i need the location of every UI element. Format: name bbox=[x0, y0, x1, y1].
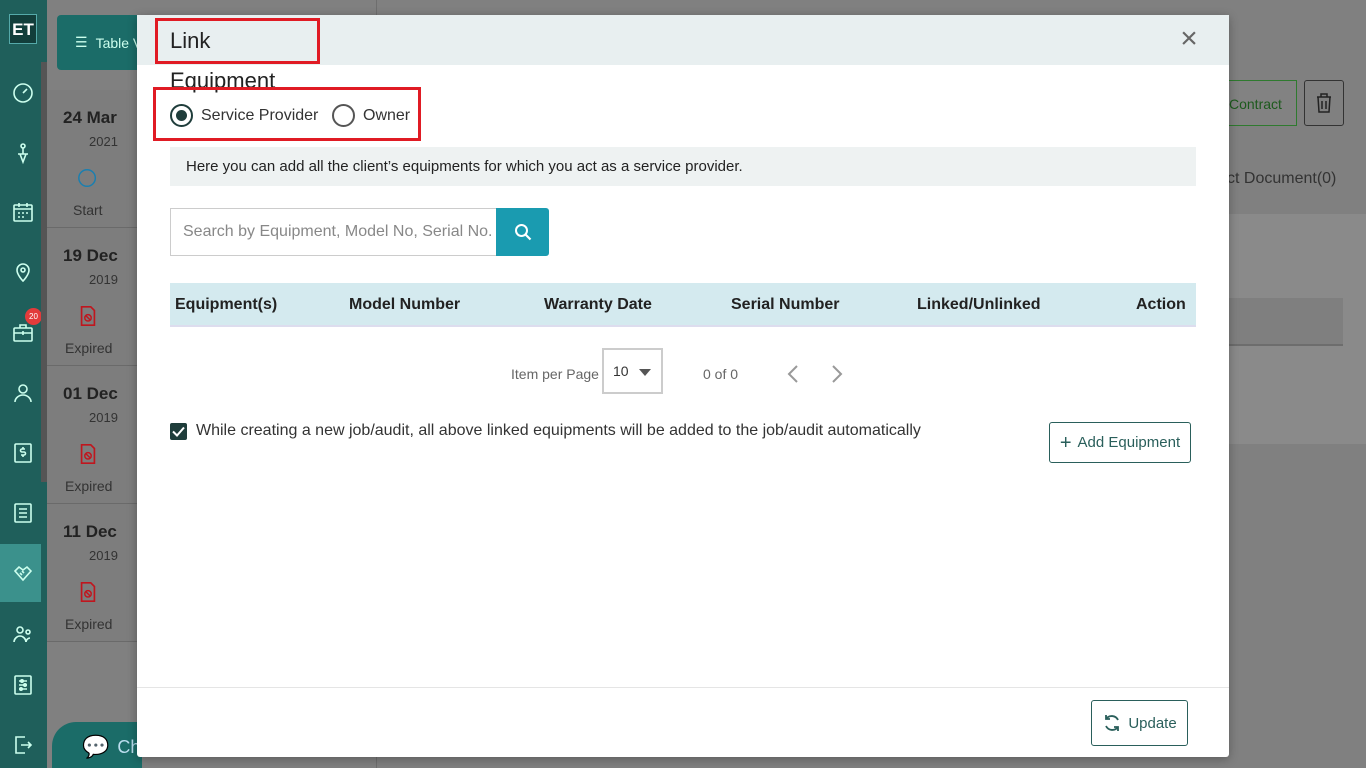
chat-button[interactable]: 💬 Ch bbox=[52, 722, 142, 768]
delete-button[interactable] bbox=[1304, 80, 1344, 126]
settings-sliders-icon[interactable] bbox=[8, 670, 38, 700]
equipment-role-radio-group: Service Provider Owner bbox=[153, 87, 421, 141]
plus-icon: + bbox=[1059, 431, 1072, 454]
background-panel-row bbox=[1227, 298, 1343, 346]
link-equipment-modal: Link Equipment × Service Provider Owner … bbox=[137, 15, 1229, 757]
handshake-icon[interactable] bbox=[8, 558, 38, 588]
chat-bubble-icon: 💬 bbox=[82, 734, 110, 759]
items-per-page-label: Item per Page bbox=[511, 366, 599, 382]
radio-selected-icon bbox=[170, 104, 193, 127]
column-linked-unlinked[interactable]: Linked/Unlinked bbox=[917, 283, 1041, 327]
chevron-left-icon[interactable] bbox=[785, 362, 801, 386]
expired-document-icon bbox=[80, 582, 96, 602]
column-action[interactable]: Action bbox=[1136, 283, 1186, 327]
team-icon[interactable] bbox=[8, 619, 38, 649]
equipment-search bbox=[170, 208, 549, 256]
radio-owner[interactable]: Owner bbox=[332, 104, 410, 127]
update-button[interactable]: Update bbox=[1091, 700, 1188, 746]
list-item[interactable]: 01 Dec 2019 Expired bbox=[47, 366, 137, 504]
start-circle-icon bbox=[78, 169, 97, 187]
page-count: 0 of 0 bbox=[703, 366, 739, 382]
column-serial-number[interactable]: Serial Number bbox=[731, 283, 839, 327]
invoice-icon[interactable] bbox=[8, 438, 38, 468]
trash-icon bbox=[1317, 93, 1331, 113]
calendar-icon[interactable] bbox=[8, 197, 38, 227]
contract-document-tab[interactable]: ct Document(0) bbox=[1227, 170, 1336, 188]
list-item[interactable]: 11 Dec 2019 Expired bbox=[47, 504, 137, 642]
user-icon[interactable] bbox=[8, 378, 38, 408]
auto-add-label: While creating a new job/audit, all abov… bbox=[196, 422, 921, 439]
contract-list: 24 Mar 2021 Start 19 Dec 2019 Expired 01… bbox=[47, 90, 137, 642]
map-pin-icon[interactable] bbox=[8, 257, 38, 287]
column-warranty-date[interactable]: Warranty Date bbox=[544, 283, 652, 327]
filter-icon: ☰ bbox=[75, 34, 88, 50]
modal-title: Link Equipment bbox=[155, 18, 320, 93]
caret-down-icon bbox=[639, 369, 651, 376]
column-equipment[interactable]: Equipment(s) bbox=[175, 283, 277, 327]
list-item[interactable]: 24 Mar 2021 Start bbox=[47, 90, 137, 228]
radio-unselected-icon bbox=[332, 104, 355, 127]
app-logo: ET bbox=[9, 14, 37, 44]
search-icon bbox=[514, 224, 531, 241]
items-per-page-select[interactable]: 10 bbox=[602, 348, 663, 394]
info-message: Here you can add all the client’s equipm… bbox=[170, 147, 1196, 186]
refresh-icon bbox=[1105, 715, 1120, 731]
pin-tool-icon[interactable] bbox=[8, 138, 38, 168]
list-item[interactable]: 19 Dec 2019 Expired bbox=[47, 228, 137, 366]
checkmark-icon bbox=[172, 426, 185, 437]
expired-document-icon bbox=[80, 444, 96, 464]
contract-button[interactable]: Contract bbox=[1227, 80, 1297, 126]
sidebar: ET 20 bbox=[0, 0, 47, 768]
dashboard-icon[interactable] bbox=[8, 78, 38, 108]
column-model-number[interactable]: Model Number bbox=[349, 283, 460, 327]
expired-document-icon bbox=[80, 306, 96, 326]
modal-header: Link Equipment × bbox=[137, 15, 1229, 93]
modal-footer-divider bbox=[137, 687, 1229, 688]
equipment-table-header: Equipment(s) Model Number Warranty Date … bbox=[170, 283, 1196, 327]
search-button[interactable] bbox=[496, 208, 549, 256]
add-equipment-button[interactable]: + Add Equipment bbox=[1049, 422, 1191, 463]
logout-icon[interactable] bbox=[8, 730, 38, 760]
radio-service-provider[interactable]: Service Provider bbox=[170, 104, 318, 127]
chevron-right-icon[interactable] bbox=[829, 362, 845, 386]
auto-add-checkbox[interactable] bbox=[170, 422, 187, 440]
notification-badge: 20 bbox=[25, 308, 42, 325]
search-input[interactable] bbox=[170, 208, 496, 256]
auto-add-option: While creating a new job/audit, all abov… bbox=[170, 422, 921, 440]
list-icon[interactable] bbox=[8, 498, 38, 528]
close-icon[interactable]: × bbox=[1177, 24, 1201, 54]
